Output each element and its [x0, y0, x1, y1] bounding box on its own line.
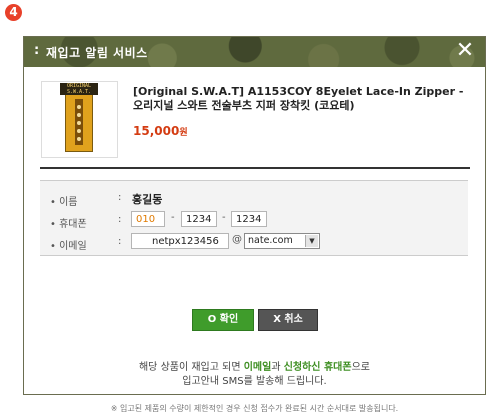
- notice-line-2: 입고안내 SMS를 발송해 드립니다.: [182, 376, 327, 387]
- phone-prefix-input[interactable]: 010: [131, 211, 165, 227]
- eyelet-dot: [77, 121, 81, 125]
- contact-form: • 이름 : 홍길동 • 휴대폰 : 010 - 1234 - 1234 • 이…: [40, 180, 468, 256]
- name-value: 홍길동: [132, 193, 163, 206]
- restock-notice: 해당 상품이 재입고 되면 이메일과 신청하신 휴대폰으로 입고안내 SMS를 …: [24, 361, 485, 389]
- email-domain-select[interactable]: nate.com ▼: [244, 233, 320, 249]
- phone-dash: -: [222, 212, 226, 223]
- step-number-badge: 4: [5, 4, 22, 21]
- phone-last-input[interactable]: 1234: [231, 211, 267, 227]
- notice-text-2: 과: [271, 362, 284, 373]
- dialog-titlebar: : 재입고 알림 서비스 ✕: [24, 37, 485, 67]
- product-price: 15,000원: [133, 124, 188, 138]
- email-at-sign: @: [232, 234, 242, 245]
- name-label: • 이름: [50, 197, 78, 208]
- eyelet-dot: [77, 129, 81, 133]
- eyelet-dot: [77, 113, 81, 117]
- name-row: • 이름 : 홍길동: [40, 189, 468, 211]
- notice-phone-highlight: 신청하신 휴대폰: [283, 362, 352, 373]
- email-label: • 이메일: [50, 241, 87, 252]
- product-name: [Original S.W.A.T] A1153COY 8Eyelet Lace…: [133, 85, 464, 112]
- phone-label: • 휴대폰: [50, 219, 87, 230]
- email-row: • 이메일 : netpx123456 @ nate.com ▼: [40, 233, 468, 255]
- cancel-button[interactable]: X 취소: [258, 309, 318, 331]
- close-icon[interactable]: ✕: [453, 39, 477, 63]
- dialog-title: 재입고 알림 서비스: [46, 46, 148, 60]
- phone-middle-input[interactable]: 1234: [181, 211, 217, 227]
- zipper-kit-image: ORIGINAL S.W.A.T.: [60, 83, 98, 152]
- product-thumbnail: ORIGINAL S.W.A.T.: [41, 81, 118, 158]
- phone-dash: -: [171, 212, 175, 223]
- product-price-unit: 원: [179, 128, 188, 138]
- eyelet-dot: [77, 105, 81, 109]
- notice-text-3: 으로: [351, 362, 370, 373]
- chevron-down-icon: ▼: [305, 235, 318, 247]
- email-id-input[interactable]: netpx123456: [131, 233, 229, 249]
- section-divider: [40, 167, 470, 169]
- email-domain-value: nate.com: [248, 235, 293, 246]
- product-brand-label: ORIGINAL S.W.A.T.: [60, 83, 98, 95]
- phone-row: • 휴대폰 : 010 - 1234 - 1234: [40, 211, 468, 233]
- name-colon: :: [118, 192, 122, 203]
- restock-alert-dialog: : 재입고 알림 서비스 ✕ ORIGINAL S.W.A.T. [Origin…: [23, 36, 486, 413]
- eyelet-dot: [77, 137, 81, 141]
- title-bullet-icon: :: [34, 43, 40, 58]
- product-summary: ORIGINAL S.W.A.T. [Original S.W.A.T] A11…: [39, 81, 469, 161]
- confirm-button[interactable]: O 확인: [192, 309, 254, 331]
- phone-colon: :: [118, 214, 122, 225]
- product-price-value: 15,000: [133, 124, 180, 138]
- email-colon: :: [118, 236, 122, 247]
- restock-footnote: ※ 입고된 제품의 수량이 제한적인 경우 신청 접수가 완료된 시간 순서대로…: [110, 404, 399, 413]
- notice-text-1: 해당 상품이 재입고 되면: [138, 362, 244, 373]
- notice-email-highlight: 이메일: [243, 362, 272, 373]
